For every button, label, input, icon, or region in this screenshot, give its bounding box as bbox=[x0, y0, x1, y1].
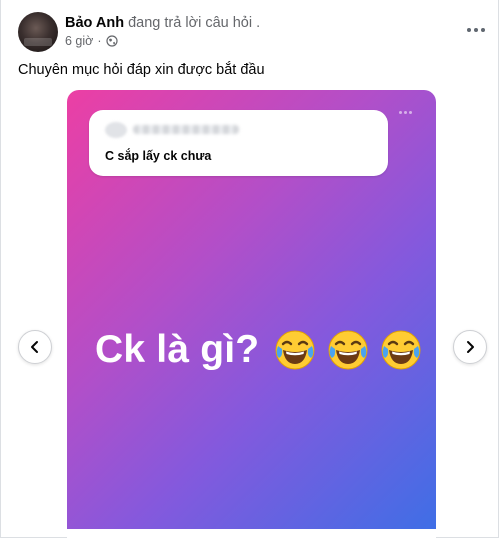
post-header: Bảo Anh đang trả lời câu hỏi . 6 giờ · bbox=[18, 12, 488, 54]
post-caption: Chuyên mục hỏi đáp xin được bắt đầu bbox=[18, 62, 265, 78]
globe-icon[interactable] bbox=[105, 35, 118, 47]
tears-of-joy-emoji-icon bbox=[275, 330, 315, 370]
post-title-line: Bảo Anh đang trả lời câu hỏi . bbox=[65, 15, 260, 31]
tears-of-joy-emoji-icon bbox=[381, 330, 421, 370]
carousel-next-button[interactable] bbox=[453, 330, 487, 364]
card-ellipsis-icon bbox=[399, 111, 412, 114]
author-avatar[interactable] bbox=[18, 12, 58, 52]
question-text: C sắp lấy ck chưa bbox=[105, 149, 212, 163]
author-name[interactable]: Bảo Anh bbox=[65, 15, 124, 31]
qa-card: C sắp lấy ck chưa Ck là gì? bbox=[67, 90, 436, 538]
asker-avatar-blurred bbox=[105, 122, 127, 138]
asker-name-blurred bbox=[133, 125, 239, 134]
question-box: C sắp lấy ck chưa bbox=[89, 110, 388, 176]
chevron-right-icon bbox=[467, 341, 474, 353]
post-timestamp[interactable]: 6 giờ bbox=[65, 34, 93, 48]
post-meta: 6 giờ · bbox=[65, 34, 118, 48]
activity-text: đang trả lời câu hỏi . bbox=[128, 15, 261, 31]
card-bottom-edge bbox=[67, 529, 436, 538]
carousel-prev-button[interactable] bbox=[18, 330, 52, 364]
chevron-left-icon bbox=[31, 341, 38, 353]
answer-line: Ck là gì? bbox=[95, 328, 422, 372]
ellipsis-icon[interactable] bbox=[464, 20, 488, 40]
tears-of-joy-emoji-icon bbox=[328, 330, 368, 370]
answer-text: Ck là gì? bbox=[95, 328, 260, 371]
feed-post: Bảo Anh đang trả lời câu hỏi . 6 giờ · C… bbox=[0, 0, 499, 538]
